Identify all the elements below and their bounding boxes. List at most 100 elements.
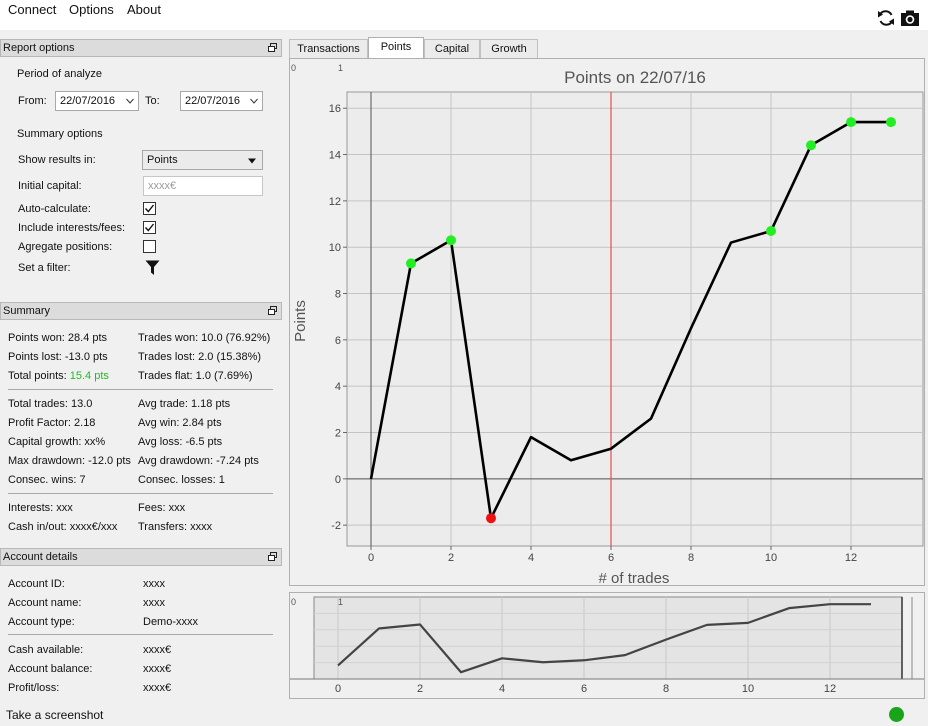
float-window-icon[interactable] [268,306,277,315]
menu-options[interactable]: Options [69,2,114,17]
from-date-value: 22/07/2016 [60,95,116,107]
x-tick-label: 0 [335,683,341,695]
corner-label-right: 1 [338,597,343,607]
avg-drawdown: Avg drawdown: -7.24 pts [138,455,259,467]
y-tick-label: 0 [335,474,341,486]
cash-available-value: xxxx€ [143,644,172,656]
account-details-header: Account details [0,548,282,566]
x-tick-label: 12 [845,552,857,564]
avg-trade: Avg trade: 1.18 pts [138,398,231,410]
menu-bar: Connect Options About [0,0,928,30]
y-tick-label: 14 [329,150,341,162]
cash-available-label: Cash available: [8,644,84,656]
account-name-label: Account name: [8,597,82,609]
y-tick-label: 10 [329,242,341,254]
points-chart-panel: 0 2 4 6 8 10 12 -2 0 2 4 6 8 10 12 14 16 Points on 22/07/… [289,58,925,586]
auto-calculate-checkbox[interactable] [143,202,156,215]
summary-title: Summary [3,305,51,317]
avg-win: Avg win: 2.84 pts [138,417,222,429]
y-tick-label: 4 [335,381,341,393]
to-date-select[interactable]: 22/07/2016 [180,91,263,111]
checkmark-icon [144,223,155,232]
show-results-label: Show results in: [18,154,96,166]
account-balance-label: Account balance: [8,663,93,675]
winning-trade-marker [406,258,416,269]
tab-transactions[interactable]: Transactions [289,39,368,58]
x-tick-label: 8 [663,683,669,695]
menu-connect[interactable]: Connect [8,2,56,17]
account-details-title: Account details [3,551,78,563]
from-label: From: [18,95,47,107]
include-fees-label: Include interests/fees: [18,222,126,234]
corner-label-left: 0 [291,63,296,73]
overview-chart[interactable]: 0 2 4 6 8 10 12 0 1 [290,593,924,698]
summary-options-heading: Summary options [17,128,103,140]
camera-icon[interactable] [900,8,920,28]
filter-label: Set a filter: [18,262,71,274]
checkmark-icon [144,204,155,213]
capital-growth: Capital growth: xx% [8,436,106,448]
interests: Interests: xxx [8,502,73,514]
initial-capital-label: Initial capital: [18,180,82,192]
account-type-label: Account type: [8,616,75,628]
x-tick-label: 4 [499,683,505,695]
refresh-icon[interactable] [876,8,896,28]
divider [8,634,273,635]
menu-about[interactable]: About [127,2,161,17]
x-tick-label: 6 [581,683,587,695]
filter-icon[interactable] [145,260,160,276]
points-chart[interactable]: 0 2 4 6 8 10 12-20246810121416Points on 22/07/… [290,59,924,585]
float-window-icon[interactable] [268,552,277,561]
points-lost: Points lost: -13.0 pts [8,351,108,363]
initial-capital-input[interactable]: xxxx€ [143,176,263,196]
x-tick-label: 10 [742,683,754,695]
y-tick-label: 12 [329,196,341,208]
cash-in-out: Cash in/out: xxxx€/xxx [8,521,118,533]
divider [8,389,273,390]
tab-capital[interactable]: Capital [424,39,480,58]
account-balance-value: xxxx€ [143,663,172,675]
show-results-select[interactable]: Points [142,150,263,170]
plot-area [346,91,924,547]
report-options-header: Report options [0,39,282,57]
tab-growth[interactable]: Growth [480,39,538,58]
x-tick-label: 10 [765,552,777,564]
x-tick-label: 0 [368,552,374,564]
divider [8,493,273,494]
from-date-select[interactable]: 22/07/2016 [55,91,139,111]
winning-trade-marker [886,117,896,128]
to-label: To: [145,95,160,107]
x-tick-label: 2 [448,552,454,564]
profit-loss-value: xxxx€ [143,682,172,694]
account-id-label: Account ID: [8,578,65,590]
chevron-down-icon [250,98,258,104]
trades-flat: Trades flat: 1.0 (7.69%) [138,370,253,382]
tab-points[interactable]: Points [368,37,424,58]
x-axis-label: # of trades [599,570,670,585]
profit-loss-label: Profit/loss: [8,682,60,694]
consec-losses: Consec. losses: 1 [138,474,225,486]
aggregate-checkbox[interactable] [143,240,156,253]
fees: Fees: xxx [138,502,186,514]
y-tick-label: 8 [335,289,341,301]
y-tick-label: 6 [335,335,341,347]
total-points: Total points: 15.4 pts [8,370,109,382]
connection-status-indicator [889,707,904,722]
points-won: Points won: 28.4 pts [8,332,108,344]
period-heading: Period of analyze [17,68,102,80]
profit-factor: Profit Factor: 2.18 [8,417,96,429]
x-tick-label: 8 [688,552,694,564]
winning-trade-marker [446,235,456,246]
show-results-value: Points [147,154,178,166]
overview-chart-panel: 0 2 4 6 8 10 12 0 1 [289,592,925,699]
y-tick-label: -2 [331,520,341,532]
to-date-value: 22/07/2016 [185,95,241,107]
total-points-label: Total points: [8,370,70,382]
report-options-title: Report options [3,42,75,54]
avg-loss: Avg loss: -6.5 pts [138,436,223,448]
float-window-icon[interactable] [268,43,277,52]
account-id-value: xxxx [143,578,165,590]
trades-won: Trades won: 10.0 (76.92%) [138,332,271,344]
corner-label-left: 0 [291,597,296,607]
include-fees-checkbox[interactable] [143,221,156,234]
